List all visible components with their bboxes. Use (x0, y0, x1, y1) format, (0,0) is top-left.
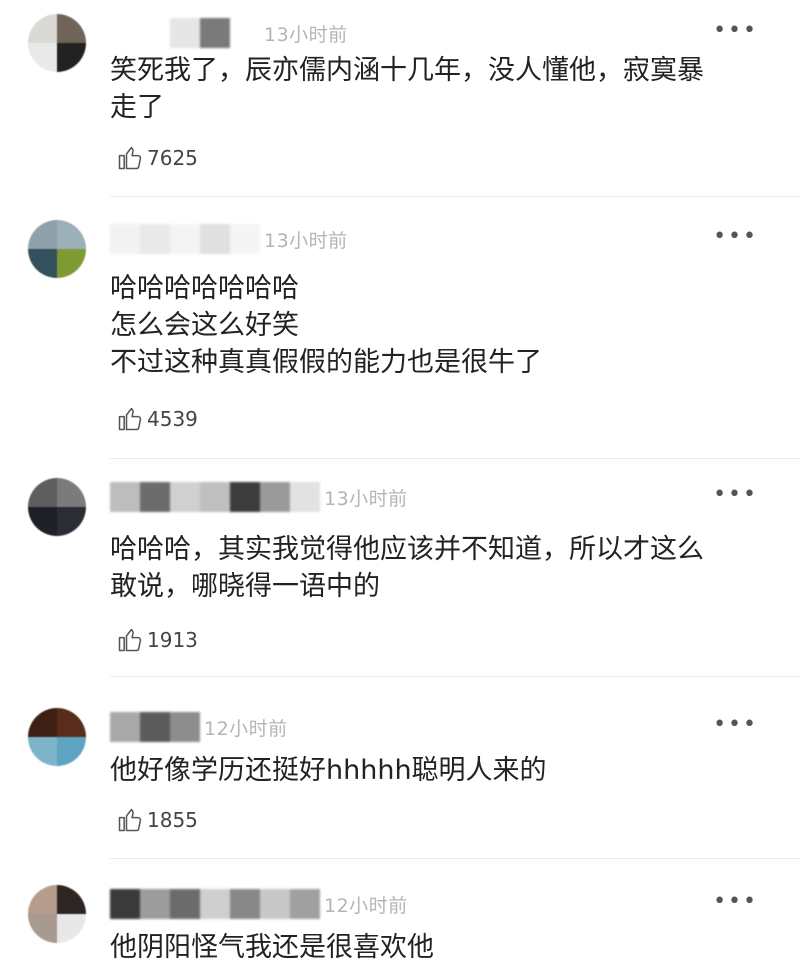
comment-line: 他好像学历还挺好hhhhh聪明人来的 (110, 755, 547, 786)
mosaic-block (110, 224, 140, 254)
mosaic-block (140, 712, 170, 742)
comment-meta: 13小时前 (110, 222, 348, 256)
mosaic-block (140, 889, 170, 919)
comment-time: 13小时前 (324, 487, 408, 510)
comment-line: 他阴阳怪气我还是很喜欢他 (110, 932, 434, 963)
thumbs-up-icon (118, 628, 142, 652)
mosaic-block (110, 18, 140, 48)
thumbs-up-icon (118, 808, 142, 832)
mosaic-block (170, 482, 200, 512)
comment-line: 笑死我了，辰亦儒内涵十几年，没人懂他，寂寞暴 (110, 55, 704, 86)
mosaic-block (200, 18, 230, 48)
username-redacted[interactable] (110, 712, 200, 742)
comment-meta: 13小时前 (110, 480, 408, 514)
mosaic-block (230, 482, 260, 512)
mosaic-block (110, 889, 140, 919)
comment-text: 哈哈哈，其实我觉得他应该并不知道，所以才这么 敢说，哪晓得一语中的 (110, 531, 770, 605)
comment-text: 哈哈哈哈哈哈哈 怎么会这么好笑 不过这种真真假假的能力也是很牛了 (110, 270, 770, 381)
mosaic-block (200, 482, 230, 512)
mosaic-block (170, 18, 200, 48)
more-options-icon[interactable]: ••• (713, 714, 758, 736)
like-count: 7625 (147, 146, 198, 170)
username-redacted[interactable] (110, 889, 320, 919)
comment-text: 他好像学历还挺好hhhhh聪明人来的 (110, 752, 770, 789)
avatar[interactable] (28, 885, 86, 943)
username-redacted[interactable] (110, 18, 260, 48)
comment-text: 他阴阳怪气我还是很喜欢他 (110, 929, 770, 966)
mosaic-block (230, 889, 260, 919)
avatar[interactable] (28, 478, 86, 536)
divider (110, 458, 800, 459)
mosaic-block (140, 18, 170, 48)
comment-time: 12小时前 (204, 717, 288, 740)
avatar[interactable] (28, 14, 86, 72)
mosaic-block (170, 889, 200, 919)
like-button[interactable]: 7625 (116, 144, 198, 172)
thumbs-up-icon (118, 407, 142, 431)
mosaic-block (140, 482, 170, 512)
comment-line: 怎么会这么好笑 (110, 310, 299, 341)
comment-time: 12小时前 (324, 894, 408, 917)
mosaic-block (230, 224, 260, 254)
divider (110, 858, 800, 859)
comment-line: 走了 (110, 92, 164, 123)
comment-meta: 12小时前 (110, 887, 408, 921)
like-count: 1855 (147, 808, 198, 832)
mosaic-block (170, 712, 200, 742)
mosaic-block (230, 18, 260, 48)
mosaic-block (290, 889, 320, 919)
thumbs-up-icon (118, 146, 142, 170)
more-options-icon[interactable]: ••• (713, 226, 758, 248)
comment-time: 13小时前 (264, 229, 348, 252)
more-options-icon[interactable]: ••• (713, 20, 758, 42)
mosaic-block (110, 482, 140, 512)
comment-line: 敢说，哪晓得一语中的 (110, 571, 380, 602)
comment-text: 笑死我了，辰亦儒内涵十几年，没人懂他，寂寞暴 走了 (110, 52, 770, 126)
more-options-icon[interactable]: ••• (713, 484, 758, 506)
avatar[interactable] (28, 708, 86, 766)
avatar[interactable] (28, 220, 86, 278)
comment-line: 哈哈哈哈哈哈哈 (110, 273, 299, 304)
divider (110, 196, 800, 197)
like-count: 4539 (147, 407, 198, 431)
mosaic-block (200, 224, 230, 254)
comment-line: 哈哈哈，其实我觉得他应该并不知道，所以才这么 (110, 534, 704, 565)
like-count: 1913 (147, 628, 198, 652)
divider (110, 676, 800, 677)
comment-meta: 13小时前 (110, 16, 348, 50)
mosaic-block (290, 482, 320, 512)
mosaic-block (260, 889, 290, 919)
mosaic-block (260, 482, 290, 512)
more-options-icon[interactable]: ••• (713, 891, 758, 913)
comment-line: 不过这种真真假假的能力也是很牛了 (110, 347, 542, 378)
username-redacted[interactable] (110, 482, 320, 512)
username-redacted[interactable] (110, 224, 260, 254)
comment-time: 13小时前 (264, 23, 348, 46)
like-button[interactable]: 1855 (116, 806, 198, 834)
mosaic-block (170, 224, 200, 254)
like-button[interactable]: 1913 (116, 626, 198, 654)
comment-meta: 12小时前 (110, 710, 288, 744)
mosaic-block (140, 224, 170, 254)
mosaic-block (110, 712, 140, 742)
mosaic-block (200, 889, 230, 919)
like-button[interactable]: 4539 (116, 405, 198, 433)
